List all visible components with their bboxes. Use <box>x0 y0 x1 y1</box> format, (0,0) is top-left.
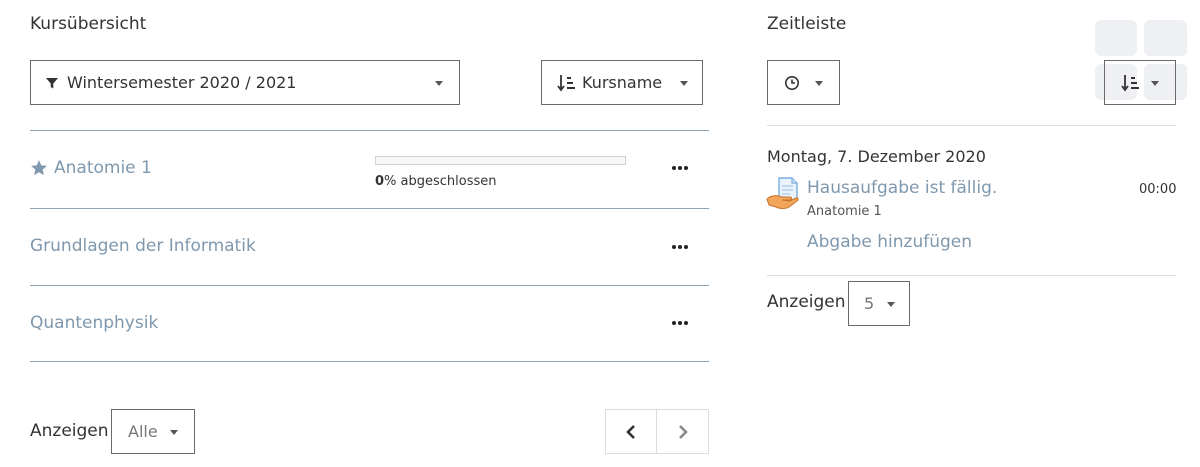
sort-icon <box>1121 74 1139 91</box>
divider <box>30 361 709 362</box>
sort-label: Kursname <box>582 73 663 92</box>
timeline-title: Zeitleiste <box>767 14 847 34</box>
timeline-filter-dropdown[interactable] <box>767 60 840 105</box>
add-submission-link[interactable]: Abgabe hinzufügen <box>807 232 972 252</box>
chevron-right-icon <box>678 424 688 439</box>
chevron-down-icon <box>680 81 688 86</box>
filter-label: Wintersemester 2020 / 2021 <box>67 73 297 92</box>
timeline-sort-dropdown[interactable] <box>1104 60 1176 105</box>
grouping-filter-dropdown[interactable]: Wintersemester 2020 / 2021 <box>30 60 460 105</box>
show-count-dropdown[interactable]: Alle <box>111 409 195 454</box>
divider <box>30 285 709 286</box>
course-row: Anatomie 1 <box>30 158 152 178</box>
divider <box>30 130 709 131</box>
course-name-link[interactable]: Quantenphysik <box>30 313 158 333</box>
previous-page-button[interactable] <box>605 409 657 454</box>
timeline-show-label: Anzeigen <box>767 292 846 312</box>
chevron-left-icon <box>626 424 635 439</box>
course-actions-menu[interactable] <box>672 166 688 170</box>
progress-bar <box>375 156 626 165</box>
divider <box>30 208 709 209</box>
assignment-icon <box>766 176 800 210</box>
course-name-link[interactable]: Grundlagen der Informatik <box>30 236 256 256</box>
event-time: 00:00 <box>1139 182 1177 197</box>
filter-icon <box>46 77 58 88</box>
sort-dropdown[interactable]: Kursname <box>541 60 703 105</box>
show-count-value: Alle <box>128 422 158 441</box>
divider <box>767 125 1176 126</box>
course-actions-menu[interactable] <box>672 321 688 325</box>
chevron-down-icon <box>435 81 443 86</box>
chevron-down-icon <box>170 430 178 435</box>
progress-text: 0% abgeschlossen <box>375 174 497 189</box>
event-course: Anatomie 1 <box>807 204 882 219</box>
progress-percent: 0 <box>375 174 385 189</box>
progress-suffix: % abgeschlossen <box>384 174 497 189</box>
course-actions-menu[interactable] <box>672 245 688 249</box>
timeline-show-count-dropdown[interactable]: 5 <box>848 281 910 326</box>
overview-title: Kursübersicht <box>30 14 147 34</box>
next-page-button[interactable] <box>656 409 709 454</box>
divider <box>767 275 1176 276</box>
event-title-link[interactable]: Hausaufgabe ist fällig. <box>807 178 997 198</box>
chevron-down-icon <box>815 81 823 86</box>
placeholder-block <box>1144 20 1187 56</box>
course-name-link[interactable]: Anatomie 1 <box>54 158 152 178</box>
chevron-down-icon <box>887 302 895 307</box>
clock-icon <box>785 75 799 90</box>
show-label: Anzeigen <box>30 421 109 441</box>
date-heading: Montag, 7. Dezember 2020 <box>767 147 986 166</box>
star-icon[interactable] <box>30 159 48 177</box>
chevron-down-icon <box>1151 81 1159 86</box>
sort-icon <box>557 74 575 91</box>
placeholder-block <box>1095 20 1137 56</box>
timeline-show-count-value: 5 <box>864 294 875 313</box>
